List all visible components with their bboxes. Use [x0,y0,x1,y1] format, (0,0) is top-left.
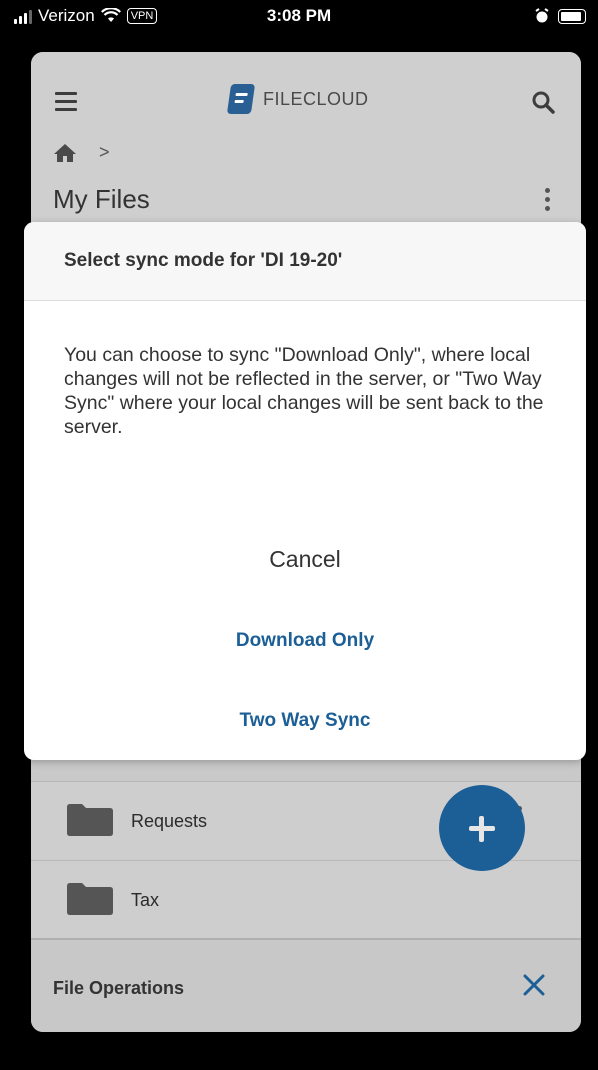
file-name: Tax [131,890,160,910]
dialog-title: Select sync mode for 'DI 19-20' [24,222,586,301]
page-title: My Files [53,184,150,214]
app-header: FILECLOUD > My Files [31,52,581,222]
cancel-button[interactable]: Cancel [24,546,586,573]
two-way-sync-button[interactable]: Two Way Sync [24,710,586,732]
battery-icon [558,8,586,24]
filecloud-logo: FILECLOUD [226,84,369,114]
folder-icon [67,804,113,836]
dialog-message: You can choose to sync "Download Only", … [64,344,544,438]
logo-text: FILECLOUD [263,88,369,109]
file-operations-label: File Operations [53,978,185,998]
download-only-button[interactable]: Download Only [24,630,586,652]
file-operations-bar: File Operations [31,938,581,1032]
folder-icon [67,883,113,915]
breadcrumb-separator: > [99,142,110,162]
home-icon[interactable] [53,143,77,163]
filecloud-logo-icon [226,84,256,114]
add-button[interactable] [439,785,525,871]
phone-screen: Verizon VPN 3:08 PM FILECLOUD > My Files… [0,0,598,1070]
clock: 3:08 PM [266,6,332,25]
alarm-icon [535,8,549,23]
sync-mode-dialog: Select sync mode for 'DI 19-20' You can … [24,222,586,760]
status-right [534,8,586,24]
breadcrumb: > [53,142,110,163]
menu-icon[interactable] [55,92,77,111]
search-icon[interactable] [531,90,555,114]
more-options-icon[interactable] [545,188,551,215]
status-bar: Verizon VPN 3:08 PM [0,0,598,36]
close-icon[interactable] [523,974,545,996]
list-item[interactable]: Tax [31,860,581,939]
file-name: Requests [131,811,208,831]
